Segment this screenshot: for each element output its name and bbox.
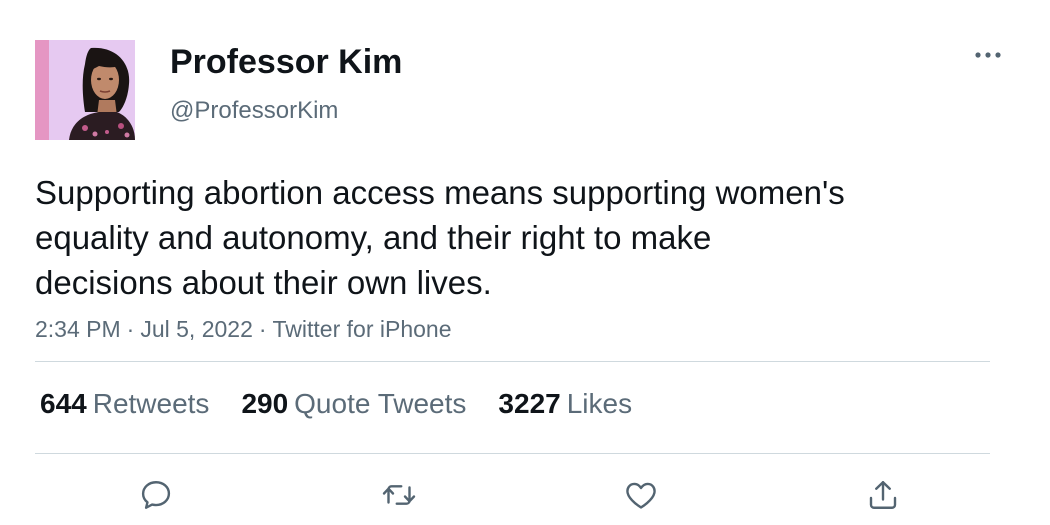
reply-icon [141, 481, 171, 509]
more-horizontal-icon [975, 52, 1001, 58]
tweet-meta: 2:34 PM · Jul 5, 2022 · Twitter for iPhone [35, 314, 452, 344]
action-bar [0, 470, 1050, 520]
share-button[interactable] [858, 470, 908, 520]
likes-stat[interactable]: 3227 Likes [498, 386, 632, 422]
quote-tweets-label: Quote Tweets [294, 388, 467, 419]
tweet-stats: 644 Retweets 290 Quote Tweets 3227 Likes [40, 386, 632, 422]
retweet-icon [382, 485, 416, 505]
quote-tweets-count: 290 [241, 388, 289, 419]
author-display-name[interactable]: Professor Kim [170, 42, 402, 82]
meta-separator: · [258, 316, 267, 342]
retweets-label: Retweets [92, 388, 210, 419]
like-button[interactable] [616, 470, 666, 520]
heart-icon [626, 482, 656, 509]
avatar[interactable] [35, 40, 135, 140]
reply-button[interactable] [131, 470, 181, 520]
divider [35, 453, 990, 454]
retweet-button[interactable] [374, 470, 424, 520]
likes-label: Likes [566, 388, 633, 419]
likes-count: 3227 [498, 388, 561, 419]
retweets-stat[interactable]: 644 Retweets [40, 386, 209, 422]
tweet-source[interactable]: Twitter for iPhone [273, 316, 452, 342]
more-options-button[interactable] [968, 40, 1008, 70]
meta-separator: · [126, 316, 135, 342]
divider [35, 361, 990, 362]
author-handle[interactable]: @ProfessorKim [170, 96, 338, 126]
tweet-text: Supporting abortion access means support… [35, 174, 845, 301]
share-icon [869, 481, 897, 509]
avatar-photo [35, 40, 135, 140]
quote-tweets-stat[interactable]: 290 Quote Tweets [241, 386, 466, 422]
tweet-card: Professor Kim @ProfessorKim Supporting a… [0, 0, 1050, 525]
tweet-time[interactable]: 2:34 PM [35, 316, 121, 342]
retweets-count: 644 [40, 388, 87, 419]
tweet-date[interactable]: Jul 5, 2022 [140, 316, 253, 342]
